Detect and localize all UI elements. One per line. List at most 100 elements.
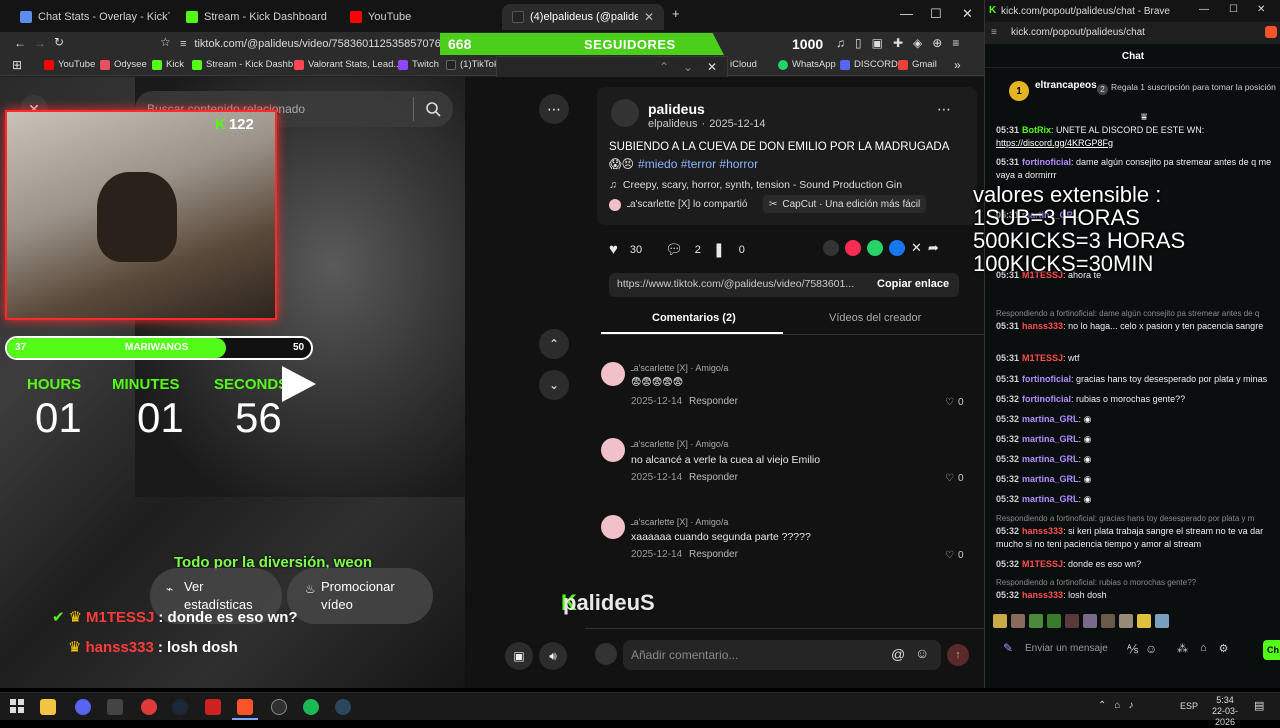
bookmark-kick-dashboard[interactable]: Stream - Kick Dashb... (192, 59, 301, 70)
emote-icon[interactable] (1101, 614, 1115, 628)
close-window-button[interactable]: ✕ (962, 6, 973, 22)
tray-arrow-icon[interactable]: ⌃ (1098, 700, 1106, 711)
app-stripes-icon[interactable] (205, 699, 221, 715)
pip-icon[interactable]: ▣ (505, 642, 533, 670)
steam-icon[interactable] (172, 699, 188, 715)
store-icon[interactable]: ⌂ (1200, 642, 1207, 655)
more-options-icon[interactable]: ⋯ (539, 94, 569, 124)
find-next-icon[interactable]: ⌄ (683, 60, 693, 74)
maximize-button[interactable]: ☐ (930, 6, 942, 22)
forward-icon[interactable]: → (34, 36, 46, 50)
sidebar-icon[interactable]: ▯ (855, 36, 862, 50)
vpn-icon[interactable]: ⊕ (932, 36, 942, 50)
comment-user[interactable]: ـa'scarlette [X] · Amigo/a (631, 439, 728, 450)
steam-2-icon[interactable] (335, 699, 351, 715)
notifications-icon[interactable]: ▤ (1254, 699, 1264, 712)
close-tab-icon[interactable]: ✕ (644, 10, 654, 24)
comment-like[interactable]: ♡ 0 (945, 550, 964, 561)
tab-tiktok[interactable]: (4)elpalideus (@palideus) | TikTok ✕ (502, 4, 664, 30)
share-arrow-icon[interactable]: ➦ (928, 240, 939, 256)
site-info-icon[interactable]: ≡ (180, 38, 186, 50)
post-sound[interactable]: ♫ Creepy, scary, horror, synth, tension … (609, 179, 902, 191)
settings-icon[interactable]: ⚙ (1219, 642, 1229, 655)
bookmark-tiktok[interactable]: (1)TikTok (446, 59, 499, 70)
chat-identity-icon[interactable]: ✎ (1003, 641, 1013, 655)
tab-youtube[interactable]: YouTube (340, 4, 500, 30)
author-avatar[interactable] (611, 99, 639, 127)
gift-leader-user[interactable]: eltrancapeos (1035, 80, 1097, 91)
emote-icon[interactable] (993, 614, 1007, 628)
x-share-icon[interactable]: ✕ (911, 240, 922, 256)
search-icon[interactable] (425, 101, 441, 117)
discord-link[interactable]: https://discord.gg/4KRGP8Fg (996, 138, 1113, 148)
bookmark-discord[interactable]: DISCORD (840, 59, 898, 70)
facebook-share-icon[interactable] (889, 240, 905, 256)
comment-user[interactable]: ـa'scarlette [X] · Amigo/a (631, 363, 728, 374)
language-indicator[interactable]: ESP (1180, 701, 1198, 711)
tab-creator-videos[interactable]: Vídeos del creador (829, 312, 921, 324)
tab-kick-dashboard[interactable]: Stream - Kick Dashboard (176, 4, 336, 30)
brave-icon[interactable] (237, 699, 253, 715)
post-comment-button[interactable]: ↑ (947, 644, 969, 666)
gift-prompt[interactable]: Regala 1 suscripción para tomar la posic… (1111, 82, 1279, 93)
emoji-icon[interactable]: ☺ (915, 645, 929, 661)
site-info-icon[interactable]: ≡ (991, 27, 997, 38)
video-player[interactable]: Buscar contenido relacionado ✕ K 122 37 … (0, 77, 465, 688)
app-red-icon[interactable] (141, 699, 157, 715)
tab-comments[interactable]: Comentarios (2) (652, 312, 736, 324)
volume-icon[interactable]: ♪ (1128, 700, 1133, 711)
discord-icon[interactable] (75, 699, 91, 715)
brave-icon[interactable] (1265, 26, 1277, 38)
comment-action[interactable]: 💬︎ 2 (665, 241, 701, 258)
post-more-icon[interactable]: ⋯ (937, 101, 951, 118)
wallet-icon[interactable]: ▣ (872, 36, 883, 50)
copy-link-button[interactable]: Copiar enlace (877, 278, 949, 290)
back-icon[interactable]: ← (14, 36, 26, 50)
more-bookmarks-icon[interactable]: » (954, 58, 961, 72)
embed-icon[interactable] (823, 240, 839, 256)
emote-icon[interactable] (1047, 614, 1061, 628)
emoji-icon[interactable]: ☺ (1145, 642, 1157, 656)
obs-icon[interactable] (271, 699, 287, 715)
share-link[interactable]: https://www.tiktok.com/@palideus/video/7… (617, 278, 867, 290)
bookmark-gmail[interactable]: Gmail (898, 59, 937, 70)
comment-avatar[interactable] (601, 438, 625, 462)
find-close-icon[interactable]: ✕ (707, 60, 717, 74)
brave-shield-icon[interactable]: ◈ (913, 36, 922, 50)
translate-icon[interactable]: ⅍ (1127, 642, 1138, 656)
start-button[interactable] (10, 699, 24, 713)
bookmark-icloud[interactable]: iCloud (730, 59, 757, 70)
send-icon[interactable] (845, 240, 861, 256)
bookmark-youtube[interactable]: YouTube (44, 59, 95, 70)
minimize-button[interactable]: — (1199, 4, 1209, 15)
tab-chat-stats[interactable]: Chat Stats - Overlay - KickTools (10, 4, 170, 30)
points-icon[interactable]: ⁂ (1177, 642, 1188, 655)
whatsapp-share-icon[interactable] (867, 240, 883, 256)
volume-icon[interactable]: 🔊︎ (539, 642, 567, 670)
like-action[interactable]: ♥ 30 (609, 241, 642, 258)
emote-icon[interactable] (1011, 614, 1025, 628)
reload-icon[interactable]: ↻ (54, 35, 64, 49)
comment-like[interactable]: ♡ 0 (945, 397, 964, 408)
minimize-button[interactable]: — (900, 6, 913, 21)
comment-input[interactable]: Añadir comentario... @ ☺ (623, 640, 941, 670)
previous-video-button[interactable]: ⌃ (539, 329, 569, 359)
comment-avatar[interactable] (601, 515, 625, 539)
comment-avatar[interactable] (601, 362, 625, 386)
save-action[interactable]: ❚ 0 (713, 241, 745, 258)
emote-icon[interactable] (1083, 614, 1097, 628)
spotify-icon[interactable] (303, 699, 319, 715)
emote-icon[interactable] (1137, 614, 1151, 628)
author-name[interactable]: palideus (648, 101, 705, 117)
bookmark-whatsapp[interactable]: WhatsApp (778, 59, 836, 70)
comment-user[interactable]: ـa'scarlette [X] · Amigo/a (631, 517, 728, 528)
capcut-badge[interactable]: ✂ CapCut · Una edición más fácil (763, 195, 927, 213)
menu-icon[interactable]: ≡ (952, 36, 959, 50)
chat-address-bar[interactable]: ≡ kick.com/popout/palideus/chat (985, 22, 1280, 44)
apps-icon[interactable]: ⊞ (12, 58, 22, 72)
chat-message-input[interactable]: ✎ Enviar un mensaje ⅍ ☺ (993, 638, 1161, 660)
bookmark-icon[interactable]: ☆ (160, 35, 171, 49)
epic-games-icon[interactable] (107, 699, 123, 715)
maximize-button[interactable]: ☐ (1229, 4, 1238, 15)
emote-icon[interactable] (1119, 614, 1133, 628)
